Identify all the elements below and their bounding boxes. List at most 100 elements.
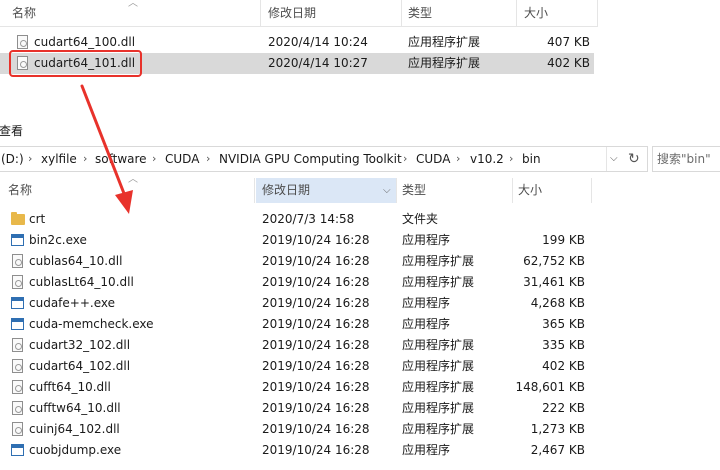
file-name: cuobjdump.exe [29,443,122,457]
header-date: 修改日期 [262,183,311,197]
file-type: 应用程序扩展 [402,254,475,268]
file-type: 应用程序 [402,317,451,331]
dll-file-icon [12,254,23,268]
dll-file-icon [12,338,23,352]
file-type: 应用程序 [402,233,451,247]
file-date: 2019/10/24 16:28 [262,359,370,373]
search-input[interactable]: 搜索"bin" [652,146,720,172]
window-gap [0,80,720,112]
chevron-right-icon[interactable]: › [509,147,513,171]
file-date: 2019/10/24 16:28 [262,254,370,268]
file-name: bin2c.exe [29,233,87,247]
dll-file-icon [12,380,23,394]
exe-icon [11,444,24,456]
list-item[interactable]: cuobjdump.exe 2019/10/24 16:28 应用程序 2,467 K… [0,440,592,461]
file-date: 2019/10/24 16:28 [262,233,370,247]
dropdown-arrow-icon[interactable]: ⌵ [610,147,618,171]
list-item[interactable]: cublasLt64_10.dll 2019/10/24 16:28 应用程序扩展 3… [0,272,592,293]
crumb-cuda-2[interactable]: CUDA [416,147,450,171]
file-size: 148,601 KB [515,380,585,394]
file-name: cufftw64_10.dll [29,401,121,415]
chevron-right-icon[interactable]: › [456,147,460,171]
top-header-name[interactable]: 名称 [12,0,36,26]
dll-file-icon [12,401,23,415]
chevron-right-icon[interactable]: › [83,147,87,171]
file-type: 应用程序扩展 [402,275,475,289]
file-date: 2019/10/24 16:28 [262,401,370,415]
sort-up-icon: ︿ [128,0,138,9]
list-item[interactable]: crt 2020/7/3 14:58 文件夹 [0,209,592,230]
file-size: 4,268 KB [530,296,585,310]
file-size [514,209,585,230]
top-header-type[interactable]: 类型 [408,0,432,26]
header-size[interactable]: 大小 [518,178,542,203]
header-type[interactable]: 类型 [402,178,426,203]
file-size: 407 KB [547,35,590,49]
crumb-bin[interactable]: bin [522,147,541,171]
dll-file-icon [12,422,23,436]
file-size: 365 KB [542,317,585,331]
file-type: 应用程序 [402,296,451,310]
chevron-right-icon[interactable]: › [152,147,156,171]
header-name[interactable]: 名称 [8,178,32,203]
crumb-software[interactable]: software [95,147,147,171]
header-date-sorted[interactable]: 修改日期 ⌵ [256,178,396,203]
list-item[interactable]: bin2c.exe 2019/10/24 16:28 应用程序 199 KB [0,230,592,251]
view-ribbon-tab[interactable]: 查看 [0,122,23,139]
file-type: 应用程序扩展 [408,35,481,49]
crumb-toolkit[interactable]: NVIDIA GPU Computing Toolkit [219,147,402,171]
highlight-box [9,50,142,77]
file-type: 文件夹 [402,212,439,226]
file-type: 应用程序扩展 [402,338,475,352]
chevron-right-icon[interactable]: › [28,147,32,171]
file-type: 应用程序扩展 [402,380,475,394]
file-size: 402 KB [542,359,585,373]
file-name: cufft64_10.dll [29,380,111,394]
crumb-xylfile[interactable]: xylfile [41,147,77,171]
file-type: 应用程序 [402,443,451,457]
file-name: cudafe++.exe [29,296,115,310]
list-item[interactable]: cudafe++.exe 2019/10/24 16:28 应用程序 4,268 KB [0,293,592,314]
exe-icon [11,234,24,246]
file-size: 222 KB [542,401,585,415]
list-item[interactable]: cuda-memcheck.exe 2019/10/24 16:28 应用程序 365… [0,314,592,335]
file-date: 2019/10/24 16:28 [262,380,370,394]
file-date: 2019/10/24 16:28 [262,296,370,310]
file-type: 应用程序扩展 [402,422,475,436]
file-type: 应用程序扩展 [402,359,475,373]
file-size: 2,467 KB [530,443,585,457]
top-header-size[interactable]: 大小 [524,0,548,26]
file-size: 31,461 KB [523,275,585,289]
list-item[interactable]: cuinj64_102.dll 2019/10/24 16:28 应用程序扩展 1,2… [0,419,592,440]
list-item[interactable]: cudart32_102.dll 2019/10/24 16:28 应用程序扩展 33… [0,335,592,356]
crumb-cuda[interactable]: CUDA [165,147,199,171]
list-item[interactable]: cufft64_10.dll 2019/10/24 16:28 应用程序扩展 148,… [0,377,592,398]
file-name: cuinj64_102.dll [29,422,120,436]
file-date: 2019/10/24 16:28 [262,317,370,331]
list-item[interactable]: cufftw64_10.dll 2019/10/24 16:28 应用程序扩展 222… [0,398,592,419]
main-column-header: ︿ 名称 修改日期 ⌵ 类型 大小 [0,174,592,203]
crumb-drive[interactable]: (D:) [1,147,24,171]
file-type: 应用程序扩展 [408,56,481,70]
address-bar[interactable]: (D:) › xylfile › software › CUDA › NVIDI… [0,146,648,172]
file-date: 2020/4/14 10:27 [268,56,368,70]
chevron-down-icon[interactable]: ⌵ [383,178,391,203]
file-type: 应用程序扩展 [402,401,475,415]
list-item[interactable]: cudart64_102.dll 2019/10/24 16:28 应用程序扩展 40… [0,356,592,377]
file-date: 2019/10/24 16:28 [262,275,370,289]
crumb-version[interactable]: v10.2 [470,147,504,171]
list-item[interactable]: cublas64_10.dll 2019/10/24 16:28 应用程序扩展 62,… [0,251,592,272]
file-date: 2019/10/24 16:28 [262,338,370,352]
exe-icon [11,318,24,330]
chevron-right-icon[interactable]: › [206,147,210,171]
file-size: 402 KB [547,56,590,70]
file-size: 1,273 KB [530,422,585,436]
refresh-icon[interactable]: ↻ [628,147,640,171]
chevron-right-icon[interactable]: › [403,147,407,171]
top-header-date[interactable]: 修改日期 [268,0,316,26]
file-date: 2019/10/24 16:28 [262,443,370,457]
exe-icon [11,297,24,309]
file-name: cudart64_102.dll [29,359,131,373]
file-name: cublasLt64_10.dll [29,275,134,289]
file-name: crt [29,212,46,226]
